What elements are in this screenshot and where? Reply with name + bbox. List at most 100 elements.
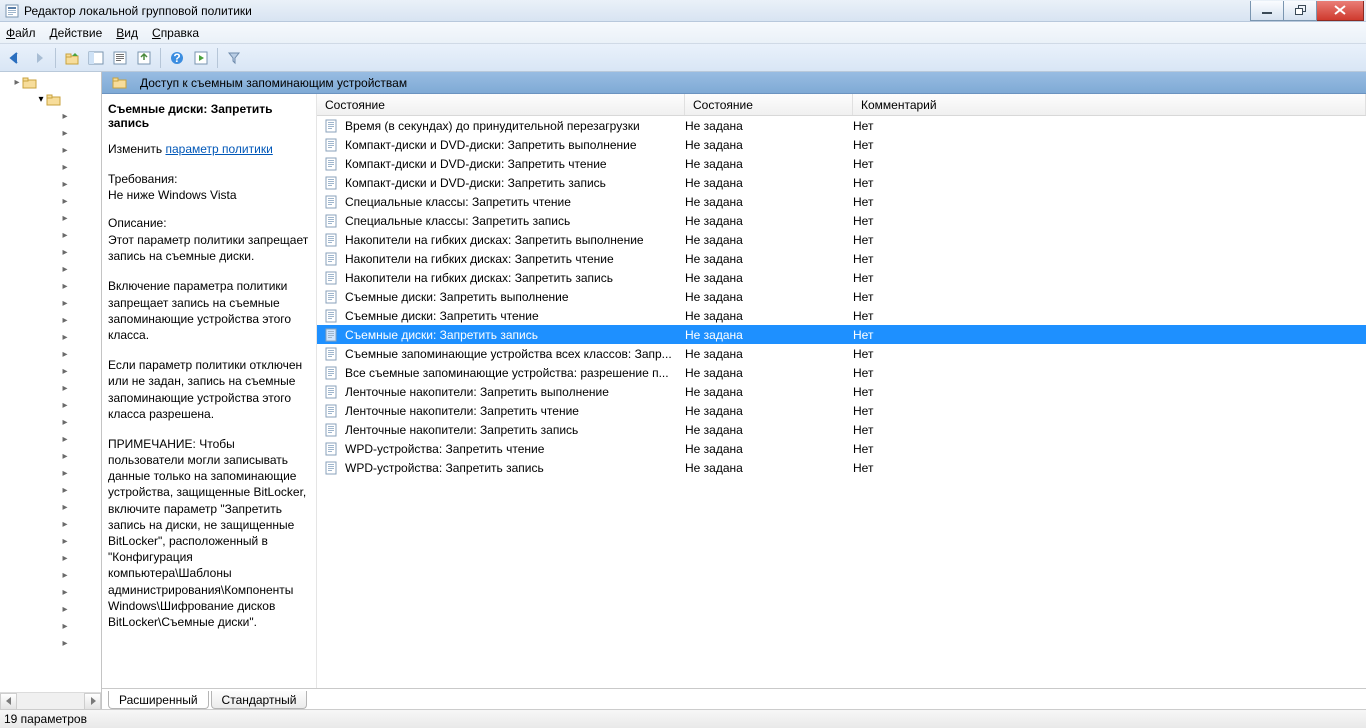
table-row[interactable]: Компакт-диски и DVD-диски: Запретить чте… [317,154,1366,173]
chevron-right-icon[interactable]: ▸ [60,400,70,411]
tree-node[interactable]: ▸ [0,533,101,550]
up-button[interactable] [61,47,83,69]
chevron-right-icon[interactable]: ▸ [60,587,70,598]
tree-hscroll[interactable] [0,692,101,709]
table-row[interactable]: Съемные запоминающие устройства всех кла… [317,344,1366,363]
chevron-right-icon[interactable]: ▸ [60,383,70,394]
tree-node[interactable]: ▸ [0,295,101,312]
tree-node[interactable]: ▸ [0,431,101,448]
chevron-right-icon[interactable]: ▸ [60,247,70,258]
col-comment[interactable]: Комментарий [853,94,1366,115]
chevron-right-icon[interactable]: ▸ [60,570,70,581]
show-hide-tree[interactable] [85,47,107,69]
chevron-right-icon[interactable]: ▸ [60,417,70,428]
restore-button[interactable] [1283,1,1317,21]
scroll-right-icon[interactable] [84,693,101,710]
chevron-right-icon[interactable]: ▸ [60,111,70,122]
chevron-right-icon[interactable]: ▸ [60,179,70,190]
tree-node[interactable]: ▸ [0,125,101,142]
chevron-right-icon[interactable]: ▸ [60,434,70,445]
tree-node[interactable]: ▸ [0,329,101,346]
forward-button[interactable] [28,47,50,69]
table-row[interactable]: WPD-устройства: Запретить чтениеНе задан… [317,439,1366,458]
chevron-right-icon[interactable]: ▸ [60,281,70,292]
tree-node[interactable]: ▸ [0,278,101,295]
table-row[interactable]: Накопители на гибких дисках: Запретить ч… [317,249,1366,268]
table-row[interactable]: Съемные диски: Запретить выполнениеНе за… [317,287,1366,306]
menu-help[interactable]: Справка [152,26,199,40]
tree-node[interactable]: ▾ [0,91,101,108]
tree-node[interactable]: ▸ [0,363,101,380]
table-row[interactable]: Ленточные накопители: Запретить выполнен… [317,382,1366,401]
table-row[interactable]: Компакт-диски и DVD-диски: Запретить зап… [317,173,1366,192]
tree-node[interactable]: ▸ [0,108,101,125]
tree-node[interactable]: ▸ [0,601,101,618]
tree-node[interactable]: ▸ [0,142,101,159]
tree-node[interactable]: ▸ [0,346,101,363]
tree-node[interactable]: ▸ [0,635,101,652]
table-row[interactable]: Специальные классы: Запретить чтениеНе з… [317,192,1366,211]
tree-node[interactable]: ▸ [0,414,101,431]
chevron-right-icon[interactable]: ▸ [60,162,70,173]
tree-node[interactable]: ▸ [0,193,101,210]
settings-list[interactable]: Время (в секундах) до принудительной пер… [317,116,1366,688]
tree-node[interactable]: ▸ [0,227,101,244]
tree-node[interactable]: ▸ [0,516,101,533]
back-button[interactable] [4,47,26,69]
tree-node[interactable]: ▸ [0,550,101,567]
chevron-right-icon[interactable]: ▸ [60,298,70,309]
tree-node[interactable]: ▸ [0,567,101,584]
table-row[interactable]: Съемные диски: Запретить записьНе задана… [317,325,1366,344]
chevron-right-icon[interactable]: ▸ [60,213,70,224]
chevron-right-icon[interactable]: ▸ [60,349,70,360]
table-row[interactable]: Ленточные накопители: Запретить чтениеНе… [317,401,1366,420]
tree-pane[interactable]: ▸ ▾ ▸▸▸▸▸▸▸▸▸▸▸▸▸▸▸▸▸▸▸▸▸▸▸▸▸▸▸▸▸▸▸▸ [0,72,102,709]
menu-action[interactable]: Действие [50,26,103,40]
tree-node[interactable]: ▸ [0,261,101,278]
tree-node[interactable]: ▸ [0,312,101,329]
tab-standard[interactable]: Стандартный [211,691,308,709]
tree-node[interactable]: ▸ [0,397,101,414]
scroll-left-icon[interactable] [0,693,17,710]
chevron-right-icon[interactable]: ▸ [60,502,70,513]
tree-node[interactable]: ▸ [0,74,101,91]
tree-node[interactable]: ▸ [0,499,101,516]
chevron-right-icon[interactable]: ▸ [60,230,70,241]
play-button[interactable] [190,47,212,69]
chevron-right-icon[interactable]: ▸ [60,145,70,156]
chevron-right-icon[interactable]: ▸ [60,332,70,343]
export-button[interactable] [133,47,155,69]
close-button[interactable] [1316,1,1364,21]
chevron-right-icon[interactable]: ▸ [60,604,70,615]
table-row[interactable]: Съемные диски: Запретить чтениеНе задана… [317,306,1366,325]
table-row[interactable]: Ленточные накопители: Запретить записьНе… [317,420,1366,439]
chevron-right-icon[interactable]: ▸ [60,451,70,462]
table-row[interactable]: Накопители на гибких дисках: Запретить з… [317,268,1366,287]
chevron-right-icon[interactable]: ▸ [60,638,70,649]
tree-node[interactable]: ▸ [0,618,101,635]
tree-node[interactable]: ▸ [0,176,101,193]
table-row[interactable]: Накопители на гибких дисках: Запретить в… [317,230,1366,249]
tree-node[interactable]: ▸ [0,465,101,482]
table-row[interactable]: Все съемные запоминающие устройства: раз… [317,363,1366,382]
tree-node[interactable]: ▸ [0,244,101,261]
chevron-down-icon[interactable]: ▾ [36,94,46,105]
tree-node[interactable]: ▸ [0,584,101,601]
table-row[interactable]: WPD-устройства: Запретить записьНе задан… [317,458,1366,477]
properties-button[interactable] [109,47,131,69]
tree-node[interactable]: ▸ [0,210,101,227]
tab-extended[interactable]: Расширенный [108,691,209,709]
edit-link[interactable]: параметр политики [165,142,272,156]
filter-button[interactable] [223,47,245,69]
col-state[interactable]: Состояние [685,94,853,115]
tree-node[interactable]: ▸ [0,380,101,397]
menu-view[interactable]: Вид [116,26,138,40]
tree-node[interactable]: ▸ [0,448,101,465]
chevron-right-icon[interactable]: ▸ [60,485,70,496]
chevron-right-icon[interactable]: ▸ [60,621,70,632]
chevron-right-icon[interactable]: ▸ [60,519,70,530]
chevron-right-icon[interactable]: ▸ [60,196,70,207]
tree-node[interactable]: ▸ [0,482,101,499]
chevron-right-icon[interactable]: ▸ [60,366,70,377]
chevron-right-icon[interactable]: ▸ [60,315,70,326]
